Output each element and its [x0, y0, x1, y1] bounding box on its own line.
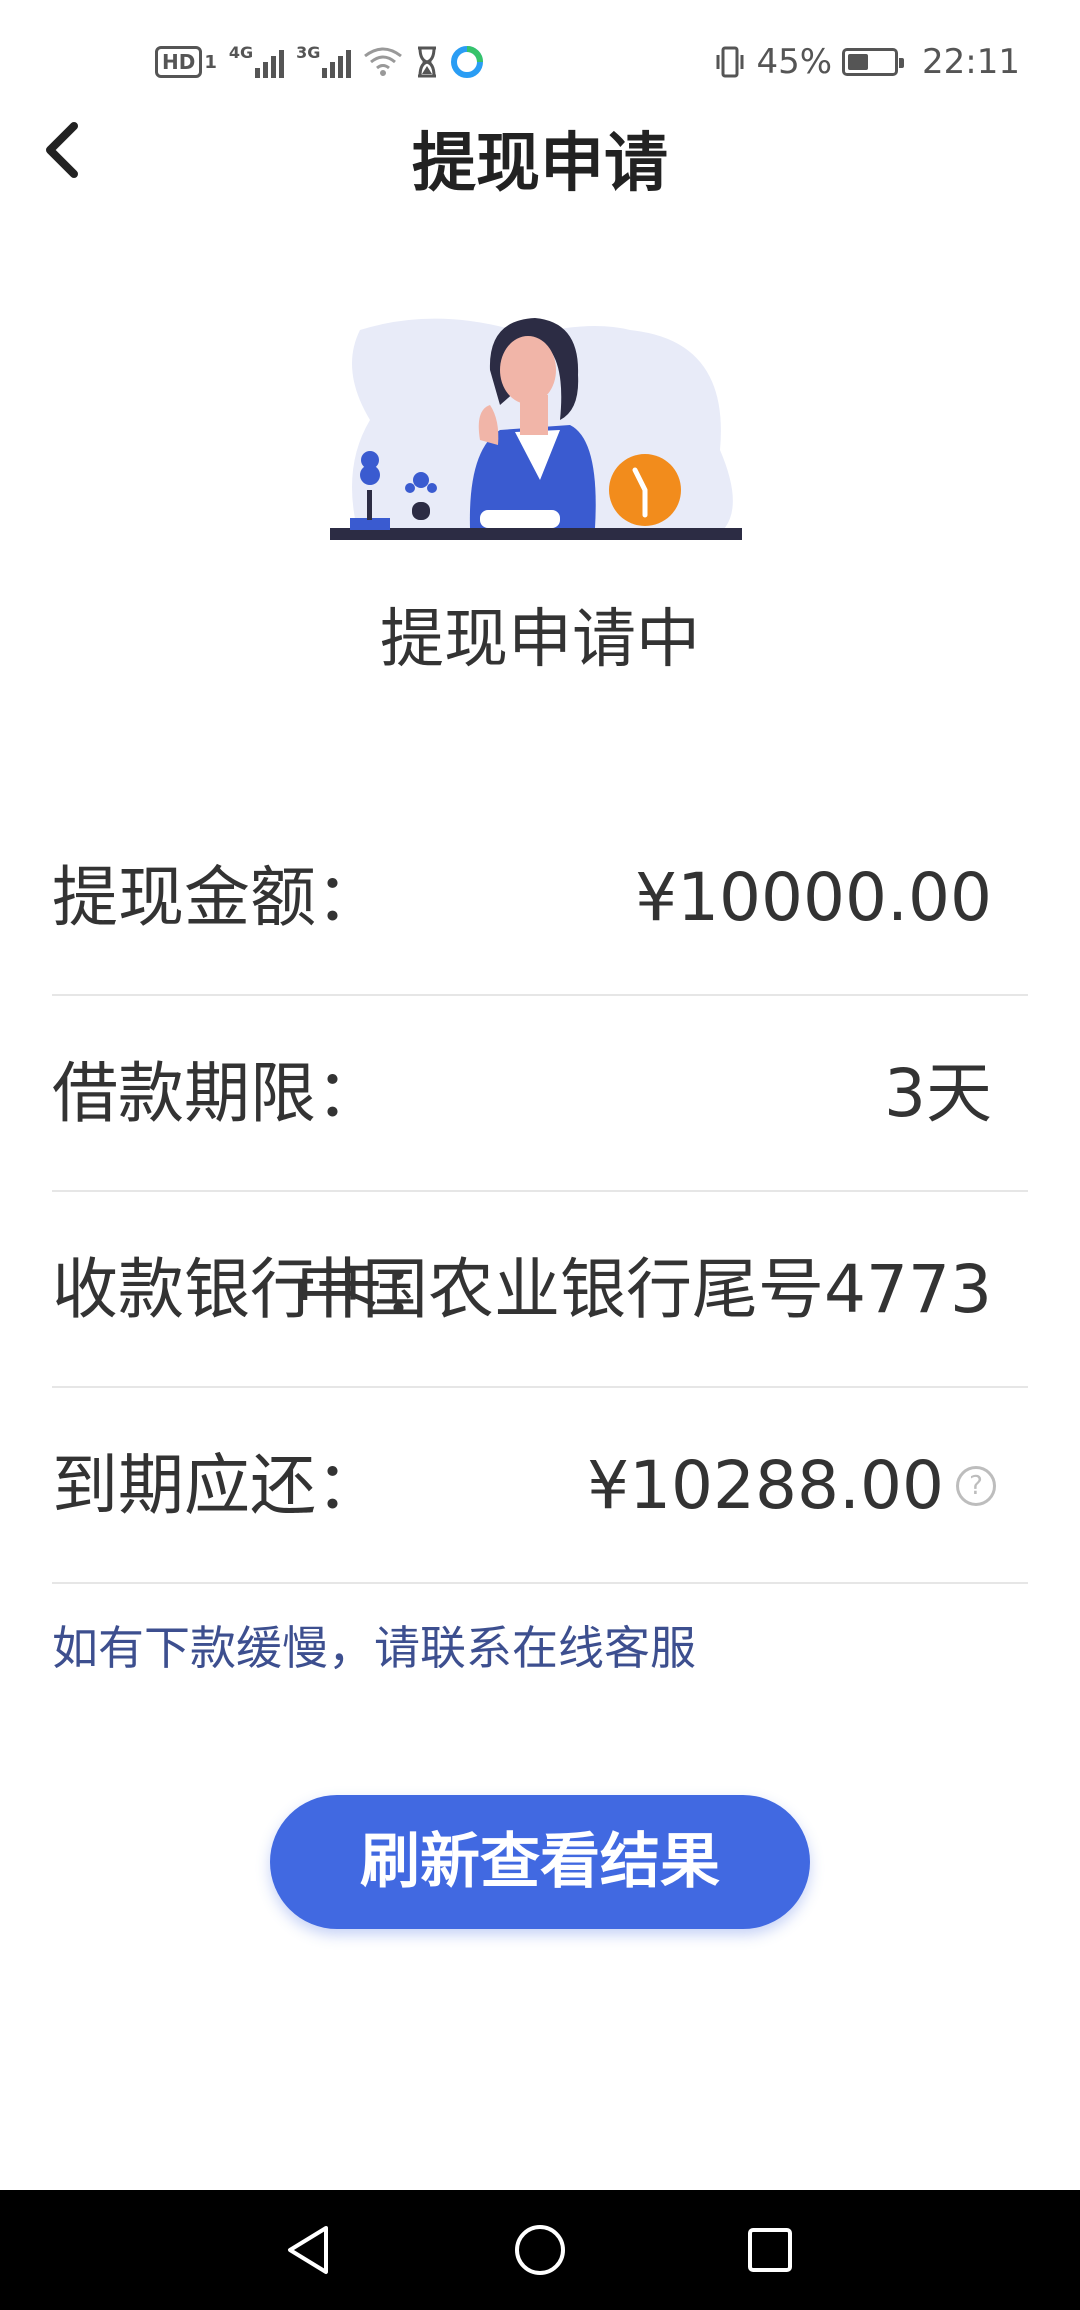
status-icons-left: HD 1 4G 3G: [155, 40, 484, 84]
system-navigation-bar: [0, 2190, 1080, 2310]
row-label: 提现金额：: [52, 859, 382, 936]
row-value: 3天: [884, 1055, 992, 1132]
nav-recents-button[interactable]: [730, 2210, 810, 2290]
status-icons-right: 45% 22:11: [714, 40, 1020, 84]
help-icon[interactable]: ?: [956, 1466, 996, 1506]
row-value: ¥10000.00: [635, 859, 992, 936]
bank-card-row: 收款银行卡： 中国农业银行尾号4773: [52, 1192, 1028, 1388]
battery-icon: [842, 48, 905, 76]
wifi-icon: [363, 46, 403, 78]
hd-icon: HD 1: [155, 46, 217, 78]
square-recents-icon: [748, 2228, 792, 2272]
nav-back-button[interactable]: [268, 2210, 348, 2290]
clock-time: 22:11: [922, 42, 1020, 82]
nav-home-button[interactable]: [500, 2210, 580, 2290]
app-notification-icon: [451, 46, 484, 78]
signal-3g-icon: 3G: [296, 43, 352, 78]
circle-home-icon: [515, 2225, 565, 2275]
battery-percent: 45%: [756, 42, 833, 82]
row-value: ¥10288.00: [587, 1447, 944, 1524]
application-status: 提现申请中: [380, 603, 700, 677]
refresh-result-button[interactable]: 刷新查看结果: [270, 1795, 810, 1929]
info-list: 提现金额： ¥10000.00 借款期限： 3天 收款银行卡： 中国农业银行尾号…: [52, 800, 1028, 1584]
page-title: 提现申请: [412, 127, 668, 201]
due-amount-row: 到期应还： ¥10288.00 ?: [52, 1388, 1028, 1584]
row-value: 中国农业银行尾号4773: [296, 1251, 992, 1328]
row-label: 到期应还：: [52, 1447, 382, 1524]
customer-service-tip: 如有下款缓慢，请联系在线客服: [52, 1621, 696, 1675]
loan-term-row: 借款期限： 3天: [52, 996, 1028, 1192]
triangle-back-icon: [288, 2226, 328, 2274]
waiting-illustration: [330, 318, 742, 540]
row-label: 借款期限：: [52, 1055, 382, 1132]
signal-4g-icon: 4G: [229, 43, 285, 78]
withdraw-amount-row: 提现金额： ¥10000.00: [52, 800, 1028, 996]
hourglass-icon: [415, 46, 439, 78]
vibrate-icon: [714, 45, 746, 79]
header: 提现申请: [0, 100, 1080, 201]
